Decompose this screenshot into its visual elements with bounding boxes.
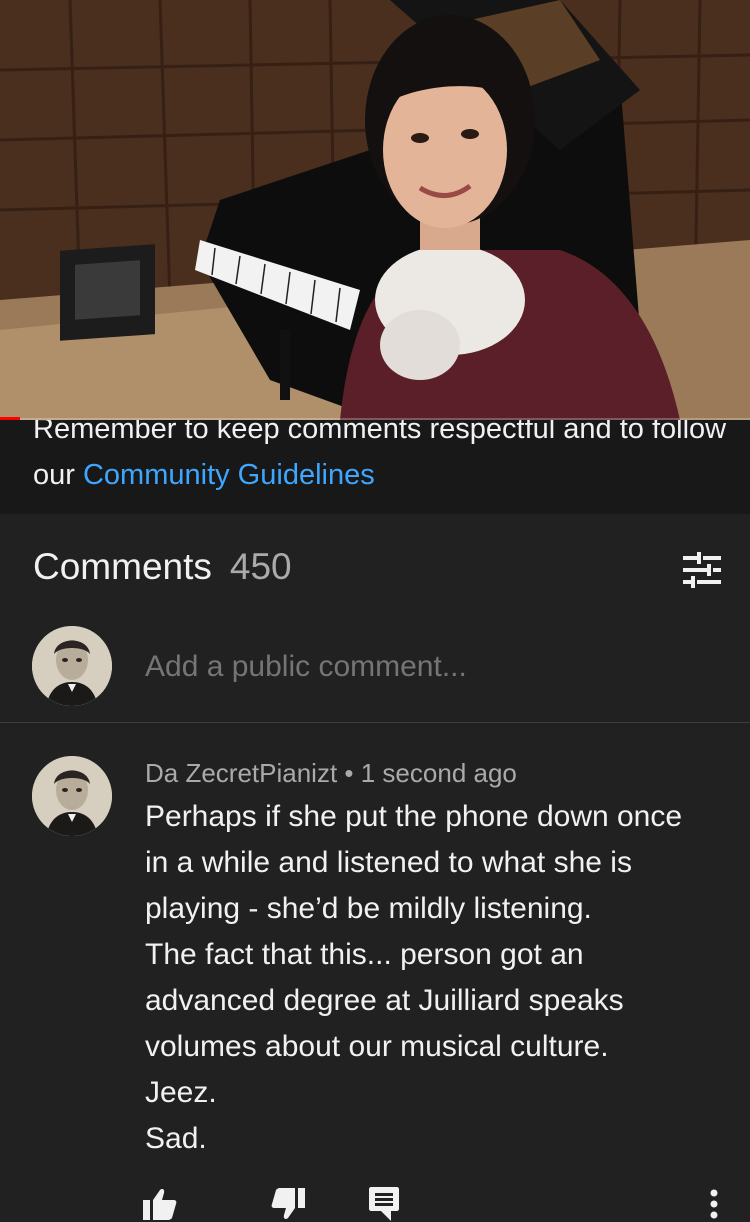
dislike-button[interactable] [270,1186,306,1222]
comments-count: 450 [229,546,292,587]
user-avatar-image [32,626,112,706]
author-avatar-image [32,756,112,836]
community-guidelines-link[interactable]: Community Guidelines [83,459,375,491]
comment-line: playing - she’d be mildly listening. [145,892,592,925]
reply-icon [369,1187,399,1221]
thumb-down-icon [271,1188,305,1219]
comment-line: Perhaps if she put the phone down once [145,800,683,833]
comment-text: Perhaps if she put the phone down once i… [145,794,735,1162]
guidelines-text: Remember to keep comments respectful and… [33,420,733,498]
comment-line: in a while and listened to what she is [145,846,632,879]
sort-filter-icon [683,552,721,588]
comment-line: volumes about our musical culture. [145,1030,609,1063]
sort-comments-button[interactable] [680,548,724,592]
more-vert-icon [710,1189,718,1219]
thumb-up-icon [143,1189,177,1220]
meta-separator: • [337,758,361,788]
user-avatar[interactable] [32,626,112,706]
comment-meta: Da ZecretPianizt • 1 second ago [145,756,517,790]
comments-header: Comments 450 [33,546,292,596]
comments-title: Comments [33,546,212,587]
comment-line: The fact that this... person got an [145,938,584,971]
comment-time: 1 second ago [360,758,517,788]
like-button[interactable] [142,1186,178,1222]
video-player[interactable] [0,0,750,420]
add-comment-input[interactable] [145,645,705,689]
reply-button[interactable] [366,1186,402,1222]
more-options-button[interactable] [696,1186,732,1222]
comment-author[interactable]: Da ZecretPianizt [145,758,337,788]
community-guidelines-banner: Remember to keep comments respectful and… [0,420,750,514]
comment-author-avatar[interactable] [32,756,112,836]
divider [0,722,750,723]
comment-line: Sad. [145,1122,207,1155]
comment-line: Jeez. [145,1076,217,1109]
video-frame [0,0,750,420]
comment-line: advanced degree at Juilliard speaks [145,984,624,1017]
